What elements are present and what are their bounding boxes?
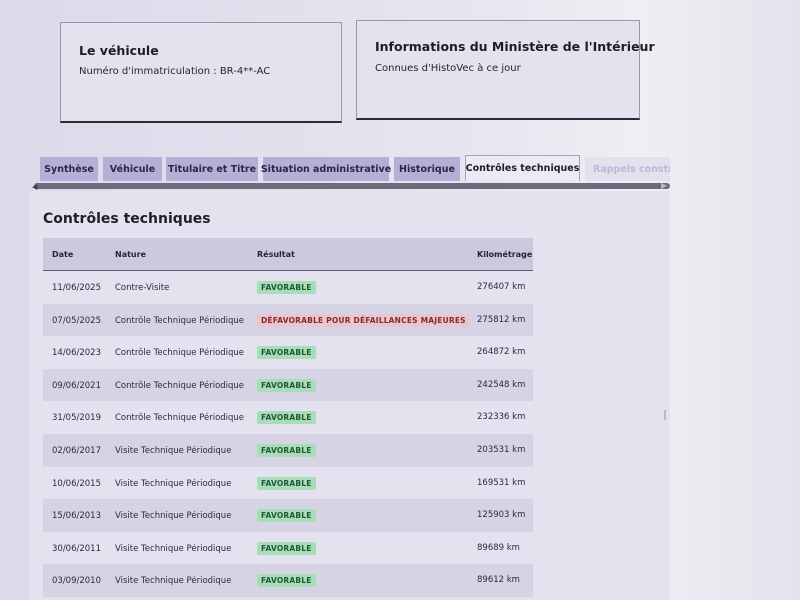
row-result: FAVORABLE (257, 346, 316, 360)
status-badge: FAVORABLE (257, 509, 316, 523)
registration-number: Numéro d'immatriculation : BR-4**-AC (79, 66, 271, 77)
row-nature: Visite Technique Périodique (115, 543, 232, 554)
vehicle-card: Le véhicule Numéro d'immatriculation : B… (60, 22, 342, 123)
row-date: 14/06/2023 (52, 348, 101, 359)
status-badge: FAVORABLE (257, 281, 316, 294)
row-date: 11/06/2025 (52, 283, 101, 293)
row-nature: Visite Technique Périodique (115, 576, 232, 587)
row-nature: Visite Technique Périodique (115, 511, 232, 522)
tab-titulaire[interactable]: Titulaire et Titre (166, 157, 258, 181)
table-row: 03/09/2010 Visite Technique Périodique FAV… (43, 564, 533, 597)
row-nature: Visite Technique Périodique (115, 445, 232, 456)
table-row: 31/05/2019 Contrôle Technique Périodique F… (43, 401, 533, 434)
tab-historique[interactable]: Historique (394, 157, 460, 181)
table-header: Date Nature Résultat Kilométrage (43, 238, 533, 271)
row-km: 203531 km (477, 444, 526, 455)
status-badge: FAVORABLE (257, 378, 316, 392)
row-result: FAVORABLE (257, 509, 316, 523)
row-km: 276407 km (477, 282, 526, 292)
table-row: 14/06/2023 Contrôle Technique Périodique F… (43, 336, 533, 369)
row-nature: Contrôle Technique Périodique (115, 380, 245, 391)
table-row: 09/06/2021 Contrôle Technique Périodique F… (43, 368, 533, 402)
row-date: 30/06/2011 (52, 543, 101, 554)
header-nature: Nature (115, 250, 146, 259)
row-km: 232336 km (477, 412, 526, 423)
row-date: 03/09/2010 (52, 576, 101, 587)
row-result: FAVORABLE (257, 443, 316, 457)
row-nature: Visite Technique Périodique (115, 478, 232, 489)
table-row: 02/06/2017 Visite Technique Périodique FAV… (43, 433, 533, 467)
tabs-scrollbar[interactable] (34, 183, 670, 189)
status-badge: DÉFAVORABLE POUR DÉFAILLANCES MAJEURES (257, 313, 470, 327)
row-date: 10/06/2015 (52, 478, 101, 489)
row-km: 242548 km (477, 379, 526, 390)
tab-rappels[interactable]: Rappels constru (585, 157, 670, 181)
row-nature: Contre-Visite (115, 283, 170, 293)
header-km: Kilométrage (477, 250, 533, 259)
header-result: Résultat (257, 250, 295, 259)
row-result: FAVORABLE (257, 411, 316, 425)
status-badge: FAVORABLE (257, 411, 316, 425)
row-nature: Contrôle Technique Périodique (115, 315, 245, 326)
table-row: 15/06/2013 Visite Technique Périodique FAV… (43, 499, 533, 532)
row-result: FAVORABLE (257, 378, 316, 392)
table-row: 07/05/2025 Contrôle Technique Périodique D… (43, 303, 533, 337)
chevron-left-icon[interactable]: ◀ (32, 183, 37, 191)
row-result: FAVORABLE (257, 574, 316, 588)
status-badge: FAVORABLE (257, 476, 316, 490)
vehicle-card-title: Le véhicule (79, 43, 159, 58)
row-km: 264872 km (477, 347, 526, 358)
row-km: 275812 km (477, 314, 526, 325)
row-km: 169531 km (477, 477, 526, 488)
row-km: 89689 km (477, 542, 520, 553)
ministry-card: Informations du Ministère de l'Intérieur… (356, 20, 655, 120)
tab-controles-techniques[interactable]: Contrôles techniques (465, 155, 580, 181)
tab-bar: Synthèse Véhicule Titulaire et Titre Sit… (40, 155, 670, 181)
status-badge: FAVORABLE (257, 574, 316, 588)
status-badge: FAVORABLE (257, 443, 316, 457)
row-date: 07/05/2025 (52, 315, 101, 326)
row-result: FAVORABLE (257, 281, 316, 294)
table-row: 30/06/2011 Visite Technique Périodique FAV… (43, 532, 533, 565)
tab-vehicule[interactable]: Véhicule (103, 157, 162, 181)
table-row: 10/06/2015 Visite Technique Périodique FAV… (43, 467, 533, 500)
ministry-card-title: Informations du Ministère de l'Intérieur (375, 39, 655, 54)
status-badge: FAVORABLE (257, 346, 316, 360)
row-date: 02/06/2017 (52, 445, 101, 456)
row-date: 31/05/2019 (52, 413, 101, 424)
row-result: FAVORABLE (257, 476, 316, 490)
table-body: 11/06/2025 Contre-Visite FAVORABLE 276407 k… (43, 271, 533, 597)
panel-edge (664, 410, 666, 420)
row-date: 09/06/2021 (52, 380, 101, 391)
ministry-card-subtitle: Connues d'HistoVec à ce jour (375, 63, 521, 74)
row-result: DÉFAVORABLE POUR DÉFAILLANCES MAJEURES (257, 313, 470, 327)
status-badge: FAVORABLE (257, 541, 316, 555)
table-row: 11/06/2025 Contre-Visite FAVORABLE 276407 k… (43, 271, 533, 304)
row-km: 125903 km (477, 510, 526, 521)
inspections-table: Date Nature Résultat Kilométrage 11/06/2… (43, 238, 533, 597)
header-date: Date (52, 250, 74, 259)
row-km: 89612 km (477, 575, 520, 586)
chevron-right-icon[interactable]: ▶ (661, 181, 667, 190)
tab-synthese[interactable]: Synthèse (40, 157, 98, 181)
row-date: 15/06/2013 (52, 511, 101, 522)
tab-situation[interactable]: Situation administrative (261, 157, 391, 181)
row-result: FAVORABLE (257, 541, 316, 555)
row-nature: Contrôle Technique Périodique (115, 413, 245, 424)
section-title: Contrôles techniques (43, 211, 211, 227)
row-nature: Contrôle Technique Périodique (115, 348, 245, 359)
